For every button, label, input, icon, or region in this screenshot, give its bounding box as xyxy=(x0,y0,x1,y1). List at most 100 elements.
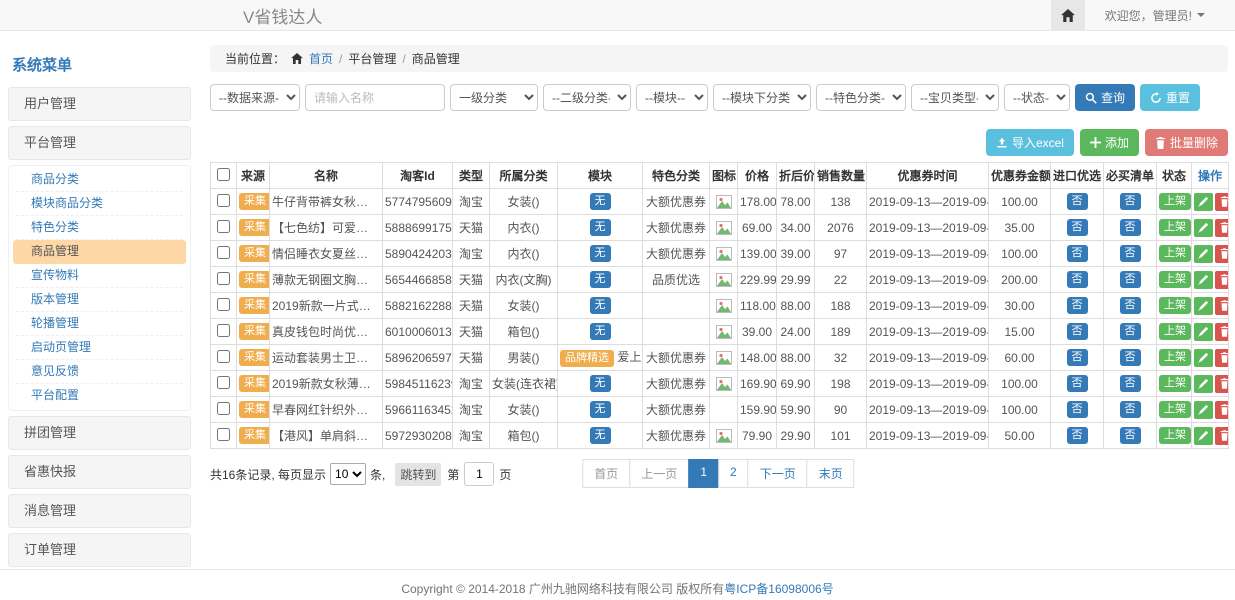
import-excel-button[interactable]: 导入excel xyxy=(986,129,1074,156)
delete-button[interactable] xyxy=(1215,193,1229,211)
sidebar-item-platform-management[interactable]: 平台管理 xyxy=(8,126,191,160)
row-checkbox[interactable] xyxy=(217,272,230,285)
delete-button[interactable] xyxy=(1215,375,1229,393)
filter-select-item-type[interactable]: --宝贝类型-- xyxy=(911,84,999,111)
delete-button[interactable] xyxy=(1215,401,1229,419)
breadcrumb-home-link[interactable]: 首页 xyxy=(309,50,333,67)
user-menu[interactable]: 欢迎您，管理员! xyxy=(1105,7,1205,24)
pager-first[interactable]: 首页 xyxy=(582,459,630,488)
sidebar-item-platform-config[interactable]: 平台配置 xyxy=(13,384,186,408)
must-buy-toggle[interactable]: 否 xyxy=(1120,401,1141,417)
reset-button[interactable]: 重置 xyxy=(1140,84,1200,111)
sidebar-item-goods-category[interactable]: 商品分类 xyxy=(13,168,186,192)
row-checkbox[interactable] xyxy=(217,194,230,207)
import-select-toggle[interactable]: 否 xyxy=(1067,245,1088,261)
filter-select-module-subcategory[interactable]: --模块下分类-- xyxy=(713,84,811,111)
status-badge[interactable]: 上架 xyxy=(1159,271,1191,287)
pager-p2[interactable]: 2 xyxy=(718,459,749,488)
import-select-toggle[interactable]: 否 xyxy=(1067,219,1088,235)
sidebar-item-version-management[interactable]: 版本管理 xyxy=(13,288,186,312)
status-badge[interactable]: 上架 xyxy=(1159,401,1191,417)
must-buy-toggle[interactable]: 否 xyxy=(1120,271,1141,287)
sidebar-item-feature-category[interactable]: 特色分类 xyxy=(13,216,186,240)
import-select-toggle[interactable]: 否 xyxy=(1067,323,1088,339)
filter-select-level1-category[interactable]: 一级分类 xyxy=(450,84,538,111)
sidebar-item-group-buy[interactable]: 拼团管理 xyxy=(8,416,191,450)
status-badge[interactable]: 上架 xyxy=(1159,427,1191,443)
edit-button[interactable] xyxy=(1194,375,1213,393)
edit-button[interactable] xyxy=(1194,427,1213,445)
import-select-toggle[interactable]: 否 xyxy=(1067,271,1088,287)
filter-select-module[interactable]: --模块-- xyxy=(636,84,708,111)
row-checkbox[interactable] xyxy=(217,246,230,259)
edit-button[interactable] xyxy=(1194,401,1213,419)
import-select-toggle[interactable]: 否 xyxy=(1067,193,1088,209)
status-badge[interactable]: 上架 xyxy=(1159,323,1191,339)
import-select-toggle[interactable]: 否 xyxy=(1067,375,1088,391)
import-select-toggle[interactable]: 否 xyxy=(1067,349,1088,365)
delete-button[interactable] xyxy=(1215,219,1229,237)
must-buy-toggle[interactable]: 否 xyxy=(1120,193,1141,209)
sidebar-item-promo-material[interactable]: 宣传物料 xyxy=(13,264,186,288)
must-buy-toggle[interactable]: 否 xyxy=(1120,297,1141,313)
edit-button[interactable] xyxy=(1194,271,1213,289)
edit-button[interactable] xyxy=(1194,193,1213,211)
name-search-input[interactable] xyxy=(305,84,445,111)
per-page-select[interactable]: 10 xyxy=(330,463,366,485)
pager-next[interactable]: 下一页 xyxy=(748,459,808,488)
must-buy-toggle[interactable]: 否 xyxy=(1120,245,1141,261)
edit-button[interactable] xyxy=(1194,349,1213,367)
status-badge[interactable]: 上架 xyxy=(1159,375,1191,391)
status-badge[interactable]: 上架 xyxy=(1159,297,1191,313)
import-select-toggle[interactable]: 否 xyxy=(1067,427,1088,443)
filter-select-data-source[interactable]: --数据来源-- xyxy=(210,84,300,111)
sidebar-item-carousel-management[interactable]: 轮播管理 xyxy=(13,312,186,336)
sidebar-item-goods-management[interactable]: 商品管理 xyxy=(13,240,186,264)
pager-last[interactable]: 末页 xyxy=(807,459,855,488)
row-checkbox[interactable] xyxy=(217,376,230,389)
sidebar-item-saving-express[interactable]: 省惠快报 xyxy=(8,455,191,489)
delete-button[interactable] xyxy=(1215,271,1229,289)
row-checkbox[interactable] xyxy=(217,324,230,337)
edit-button[interactable] xyxy=(1194,323,1213,341)
filter-select-status[interactable]: --状态-- xyxy=(1004,84,1070,111)
sidebar-item-module-goods-category[interactable]: 模块商品分类 xyxy=(13,192,186,216)
import-select-toggle[interactable]: 否 xyxy=(1067,297,1088,313)
edit-button[interactable] xyxy=(1194,245,1213,263)
row-checkbox[interactable] xyxy=(217,428,230,441)
row-checkbox[interactable] xyxy=(217,298,230,311)
import-select-toggle[interactable]: 否 xyxy=(1067,401,1088,417)
row-checkbox[interactable] xyxy=(217,402,230,415)
sidebar-item-message-management[interactable]: 消息管理 xyxy=(8,494,191,528)
jump-button[interactable]: 跳转到 xyxy=(395,463,441,486)
must-buy-toggle[interactable]: 否 xyxy=(1120,349,1141,365)
sidebar-item-feedback[interactable]: 意见反馈 xyxy=(13,360,186,384)
must-buy-toggle[interactable]: 否 xyxy=(1120,323,1141,339)
status-badge[interactable]: 上架 xyxy=(1159,245,1191,261)
batch-delete-button[interactable]: 批量删除 xyxy=(1145,129,1228,156)
icp-link[interactable]: 粤ICP备16098006号 xyxy=(724,582,833,596)
filter-select-feature-category[interactable]: --特色分类-- xyxy=(816,84,906,111)
select-all-checkbox[interactable] xyxy=(217,168,230,181)
add-button[interactable]: 添加 xyxy=(1080,129,1139,156)
status-badge[interactable]: 上架 xyxy=(1159,193,1191,209)
delete-button[interactable] xyxy=(1215,427,1229,445)
delete-button[interactable] xyxy=(1215,349,1229,367)
must-buy-toggle[interactable]: 否 xyxy=(1120,427,1141,443)
row-checkbox[interactable] xyxy=(217,220,230,233)
sidebar-item-user-management[interactable]: 用户管理 xyxy=(8,87,191,121)
home-button[interactable] xyxy=(1051,0,1085,30)
must-buy-toggle[interactable]: 否 xyxy=(1120,375,1141,391)
row-checkbox[interactable] xyxy=(217,350,230,363)
search-button[interactable]: 查询 xyxy=(1075,84,1135,111)
pager-p1[interactable]: 1 xyxy=(688,459,719,488)
filter-select-level2-category[interactable]: --二级分类-- xyxy=(543,84,631,111)
page-number-input[interactable] xyxy=(464,462,494,486)
status-badge[interactable]: 上架 xyxy=(1159,349,1191,365)
pager-prev[interactable]: 上一页 xyxy=(629,459,689,488)
sidebar-item-order-management[interactable]: 订单管理 xyxy=(8,533,191,567)
delete-button[interactable] xyxy=(1215,245,1229,263)
must-buy-toggle[interactable]: 否 xyxy=(1120,219,1141,235)
delete-button[interactable] xyxy=(1215,323,1229,341)
sidebar-item-splash-management[interactable]: 启动页管理 xyxy=(13,336,186,360)
